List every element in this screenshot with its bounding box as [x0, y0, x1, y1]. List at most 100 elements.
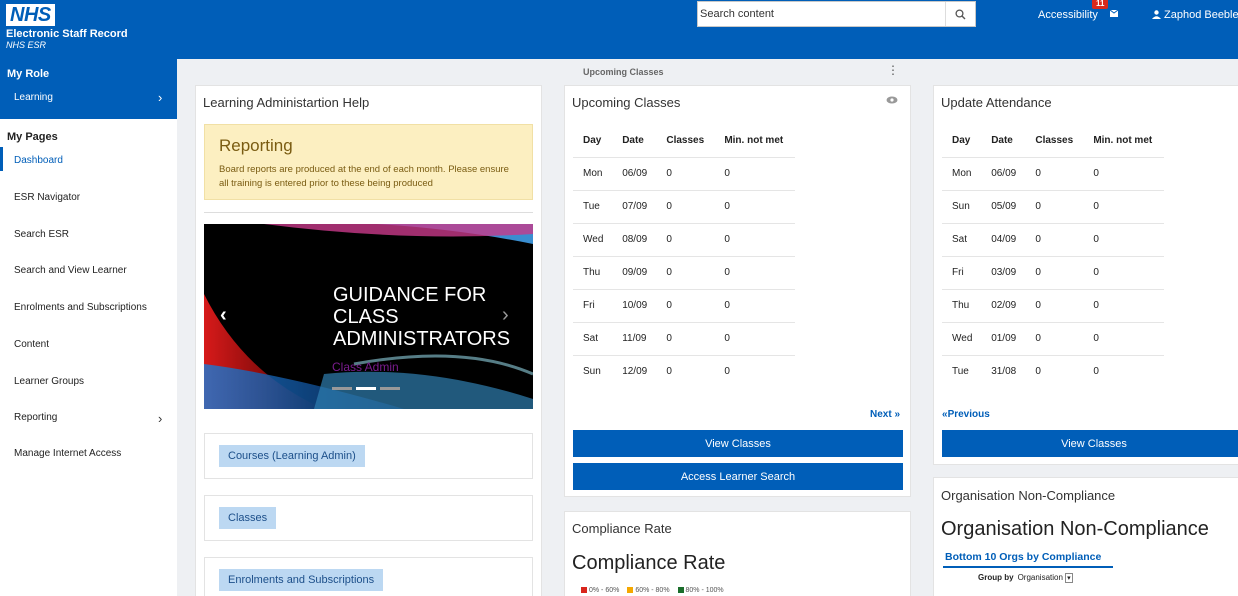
cell-day: Fri	[573, 288, 613, 322]
table-row[interactable]: Tue 07/09 0 0	[573, 189, 795, 223]
sidebar-item-internet-access[interactable]: Manage Internet Access	[14, 448, 121, 459]
update-attendance-table: Day Date Classes Min. not met Mon 06/09 0 0…	[942, 124, 1164, 388]
carousel-dot[interactable]	[332, 387, 352, 390]
cell-classes: 0	[1025, 321, 1084, 355]
my-role-title: My Role	[7, 68, 50, 80]
compliance-rate-heading: Compliance Rate	[572, 552, 726, 574]
table-row[interactable]: Sat 04/09 0 0	[942, 222, 1164, 256]
sidebar-item-search-view-learner[interactable]: Search and View Learner	[14, 265, 127, 276]
courses-link-button[interactable]: Courses (Learning Admin)	[219, 445, 365, 467]
bottom10-link[interactable]: Bottom 10 Orgs by Compliance	[945, 551, 1101, 563]
table-row[interactable]: Mon 06/09 0 0	[573, 156, 795, 190]
cell-classes: 0	[1025, 222, 1084, 256]
cell-classes: 0	[656, 321, 715, 355]
column-header: Date	[622, 134, 644, 146]
update-attendance-panel: Update Attendance Day Date Classes Min. …	[933, 85, 1238, 465]
carousel-dot[interactable]	[380, 387, 400, 390]
table-row[interactable]: Fri 10/09 0 0	[573, 288, 795, 322]
next-link[interactable]: Next »	[870, 409, 900, 420]
divider	[204, 212, 533, 213]
cell-date: 08/09	[612, 222, 657, 256]
cell-classes: 0	[656, 222, 715, 256]
sidebar-item-esr-navigator[interactable]: ESR Navigator	[14, 192, 80, 203]
cell-classes: 0	[1025, 189, 1084, 223]
search-button[interactable]	[945, 2, 975, 26]
attendance-view-classes-button[interactable]: View Classes	[942, 430, 1238, 457]
link-card-enrolments: Enrolments and Subscriptions	[204, 557, 533, 596]
carousel-dot-active[interactable]	[356, 387, 376, 390]
my-role-block: My Role Learning ›	[0, 59, 177, 119]
sidebar-item-content[interactable]: Content	[14, 339, 49, 350]
cell-min-not-met: 0	[1083, 189, 1164, 223]
enrolments-link-button[interactable]: Enrolments and Subscriptions	[219, 569, 384, 591]
sidebar-item-dashboard[interactable]: Dashboard	[14, 155, 63, 166]
sidebar-item-search-esr[interactable]: Search ESR	[14, 229, 69, 240]
table-row[interactable]: Sat 11/09 0 0	[573, 321, 795, 355]
cell-date: 11/09	[612, 321, 657, 355]
table-row[interactable]: Thu 02/09 0 0	[942, 288, 1164, 322]
column-header: Classes	[1035, 134, 1074, 146]
carousel-heading: GUIDANCE FOR CLASS ADMINISTRATORS	[333, 284, 511, 350]
user-icon	[1152, 10, 1161, 19]
table-row[interactable]: Fri 03/09 0 0	[942, 255, 1164, 289]
user-menu[interactable]: Zaphod Beeblebrox	[1152, 9, 1238, 21]
logo-subtitle: NHS ESR	[6, 40, 47, 50]
carousel-next-icon[interactable]: ›	[502, 304, 509, 327]
cell-day: Wed	[942, 321, 982, 355]
cell-date: 31/08	[981, 354, 1026, 388]
table-row[interactable]: Wed 08/09 0 0	[573, 222, 795, 256]
table-header-row: Day Date Classes Min. not met	[573, 124, 795, 157]
guidance-carousel[interactable]: GUIDANCE FOR CLASS ADMINISTRATORS Class …	[204, 224, 533, 409]
link-card-courses: Courses (Learning Admin)	[204, 433, 533, 479]
sidebar-item-enrolments[interactable]: Enrolments and Subscriptions	[14, 302, 147, 313]
search-input[interactable]	[698, 2, 946, 26]
cell-date: 03/09	[981, 255, 1026, 289]
table-row[interactable]: Mon 06/09 0 0	[942, 156, 1164, 190]
search-icon	[955, 8, 966, 19]
cell-day: Thu	[942, 288, 982, 322]
compliance-rate-title: Compliance Rate	[572, 521, 672, 536]
org-noncompliance-panel: Organisation Non-Compliance Organisation…	[933, 477, 1238, 596]
table-row[interactable]: Sun 12/09 0 0	[573, 354, 795, 388]
table-header-row: Day Date Classes Min. not met	[942, 124, 1164, 157]
table-row[interactable]: Wed 01/09 0 0	[942, 321, 1164, 355]
cell-day: Thu	[573, 255, 613, 289]
nhs-logo-box: NHS	[6, 4, 55, 26]
legend-swatch-red	[581, 587, 587, 593]
cell-min-not-met: 0	[1083, 321, 1164, 355]
table-row[interactable]: Thu 09/09 0 0	[573, 255, 795, 289]
cell-date: 01/09	[981, 321, 1026, 355]
cell-day: Wed	[573, 222, 613, 256]
role-item-learning[interactable]: Learning	[14, 92, 53, 103]
table-row[interactable]: Tue 31/08 0 0	[942, 354, 1164, 388]
previous-label: Previous	[947, 409, 990, 420]
sidebar-item-reporting[interactable]: Reporting	[14, 412, 57, 423]
cell-date: 05/09	[981, 189, 1026, 223]
upcoming-classes-table: Day Date Classes Min. not met Mon 06/09 0 0…	[573, 124, 795, 388]
chevron-right-icon[interactable]: ›	[158, 411, 162, 426]
group-by-dropdown[interactable]: ▾	[1065, 573, 1073, 583]
more-options-icon[interactable]: ⋮	[887, 64, 899, 76]
cell-classes: 0	[1025, 156, 1084, 190]
table-row[interactable]: Sun 05/09 0 0	[942, 189, 1164, 223]
notification-icon[interactable]	[1108, 6, 1120, 18]
cell-classes: 0	[656, 189, 715, 223]
view-classes-button[interactable]: View Classes	[573, 430, 903, 457]
cell-min-not-met: 0	[714, 255, 795, 289]
org-noncompliance-heading: Organisation Non-Compliance	[941, 518, 1209, 540]
previous-link[interactable]: «Previous	[942, 409, 990, 420]
cell-classes: 0	[656, 255, 715, 289]
accessibility-link[interactable]: Accessibility	[1038, 9, 1098, 21]
classes-link-button[interactable]: Classes	[219, 507, 277, 529]
carousel-prev-icon[interactable]: ‹	[220, 304, 227, 327]
cell-day: Sun	[942, 189, 982, 223]
upcoming-classes-title: Upcoming Classes	[572, 95, 681, 110]
chevron-right-icon[interactable]: ›	[158, 90, 162, 105]
nhs-esr-logo[interactable]: NHS Electronic Staff Record NHS ESR	[6, 4, 128, 50]
cell-min-not-met: 0	[1083, 288, 1164, 322]
access-learner-search-button[interactable]: Access Learner Search	[573, 463, 903, 490]
group-by-control: Group by Organisation ▾	[978, 573, 1073, 583]
eye-icon[interactable]	[886, 96, 898, 104]
cell-classes: 0	[656, 288, 715, 322]
sidebar-item-learner-groups[interactable]: Learner Groups	[14, 376, 84, 387]
